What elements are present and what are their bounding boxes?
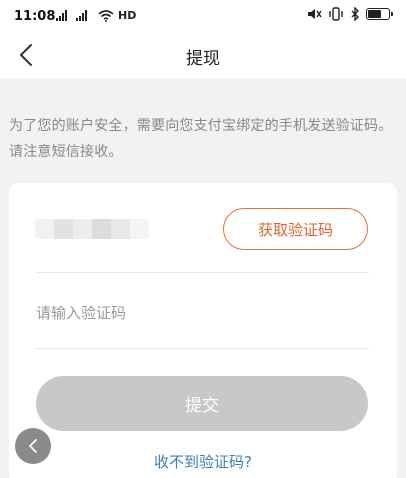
security-notice: 为了您的账户安全，需要向您支付宝绑定的手机发送验证码。请注意短信接收。 xyxy=(9,118,393,160)
mute-icon xyxy=(308,9,322,19)
battery-icon xyxy=(366,8,393,20)
code-input[interactable] xyxy=(36,293,366,333)
vibrate-icon xyxy=(329,7,343,21)
status-right xyxy=(306,7,393,21)
divider xyxy=(36,272,369,273)
no-code-link[interactable]: 收不到验证码? xyxy=(9,451,397,472)
status-bar: 11:08 HD xyxy=(0,0,406,32)
page-title: 提现 xyxy=(186,49,220,69)
get-code-button[interactable]: 获取验证码 xyxy=(223,208,368,250)
chevron-left-icon xyxy=(29,439,37,453)
network-type: HD xyxy=(118,9,137,22)
wifi-icon xyxy=(98,10,114,22)
status-time: 11:08 xyxy=(14,9,56,24)
submit-button[interactable]: 提交 xyxy=(36,376,368,431)
divider xyxy=(36,348,369,349)
battery-fill xyxy=(368,10,381,18)
floating-back-button[interactable] xyxy=(15,428,51,464)
nav-bar: 提现 xyxy=(0,32,406,78)
verification-card: 获取验证码 提交 收不到验证码? xyxy=(9,183,397,478)
bluetooth-icon xyxy=(351,7,359,21)
signal-icon xyxy=(56,10,67,21)
masked-phone-number xyxy=(35,219,149,239)
signal-icon-2 xyxy=(76,10,87,21)
